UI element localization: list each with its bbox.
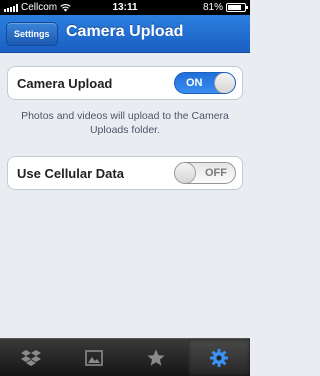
camera-upload-description: Photos and videos will upload to the Cam… <box>21 110 229 136</box>
camera-upload-toggle[interactable]: ON <box>174 72 236 94</box>
page-title: Camera Upload <box>66 23 184 40</box>
tab-settings[interactable] <box>187 339 250 376</box>
tab-bar <box>0 338 250 376</box>
cellular-data-row: Use Cellular Data OFF <box>7 156 243 190</box>
toggle-knob <box>214 73 235 93</box>
camera-upload-row: Camera Upload ON <box>7 66 243 100</box>
wifi-icon <box>60 4 71 12</box>
camera-upload-label: Camera Upload <box>17 75 113 91</box>
tab-favorites[interactable] <box>125 339 188 376</box>
navigation-bar: Settings Camera Upload <box>0 15 250 53</box>
camera-upload-toggle-state: ON <box>186 77 203 89</box>
favorites-star-icon <box>147 349 165 366</box>
battery-icon <box>226 3 248 12</box>
carrier-name: Cellcom <box>21 2 58 13</box>
battery-fill <box>228 5 241 10</box>
settings-gear-icon <box>209 348 228 367</box>
dropbox-icon <box>21 349 42 366</box>
toggle-knob <box>175 163 196 183</box>
signal-icon <box>4 3 18 12</box>
settings-back-button[interactable]: Settings <box>6 22 58 46</box>
cellular-data-label: Use Cellular Data <box>17 165 124 181</box>
status-right: 81% <box>202 2 248 13</box>
status-left: Cellcom <box>4 2 71 13</box>
status-bar: Cellcom 13:11 81% <box>0 0 250 15</box>
photos-icon <box>84 349 103 366</box>
cellular-data-toggle[interactable]: OFF <box>174 162 236 184</box>
tab-photos[interactable] <box>63 339 126 376</box>
tab-dropbox[interactable] <box>0 339 63 376</box>
battery-percent: 81% <box>202 2 223 13</box>
cellular-data-toggle-state: OFF <box>205 167 227 179</box>
